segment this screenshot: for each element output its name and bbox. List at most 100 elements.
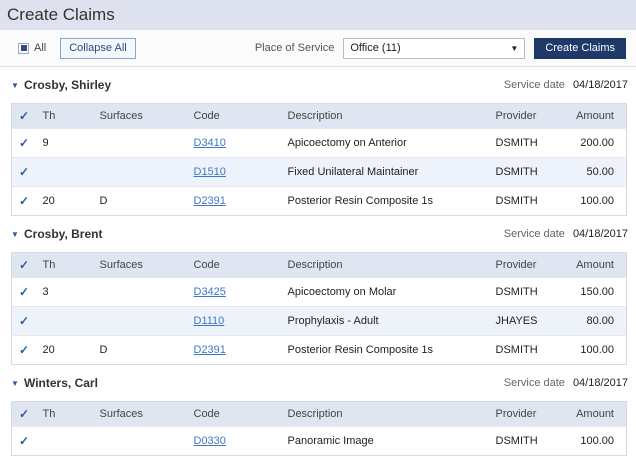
col-description: Description (287, 110, 343, 122)
procedure-code-link[interactable]: D0330 (194, 435, 226, 447)
col-provider: Provider (495, 110, 537, 122)
check-icon: ✓ (19, 407, 30, 421)
service-date-value: 04/18/2017 (572, 228, 628, 240)
chevron-down-icon[interactable]: ▼ (11, 81, 20, 90)
col-th: Th (42, 110, 56, 122)
service-date: Service date 04/18/2017 (504, 79, 628, 91)
create-claims-button[interactable]: Create Claims (534, 37, 626, 59)
check-icon: ✓ (19, 258, 30, 272)
header-checkbox[interactable]: ✓ (12, 402, 43, 427)
check-icon: ✓ (19, 434, 30, 448)
cell-provider: DSMITH (495, 435, 538, 447)
cell-th (43, 158, 100, 187)
patient-group: ▼ Winters, Carl Service date 04/18/2017 … (11, 365, 628, 456)
row-checkbox[interactable]: ✓ (12, 427, 43, 456)
col-description: Description (287, 408, 343, 420)
place-of-service-label: Place of Service (254, 42, 335, 54)
col-description: Description (287, 259, 343, 271)
procedure-code-link[interactable]: D3425 (194, 286, 226, 298)
procedure-code-link[interactable]: D3410 (194, 137, 226, 149)
cell-th (43, 307, 100, 336)
procedure-code-link[interactable]: D1110 (194, 315, 225, 327)
collapse-all-button[interactable]: Collapse All (60, 37, 136, 59)
col-surfaces: Surfaces (99, 259, 143, 271)
col-provider: Provider (495, 408, 537, 420)
cell-surfaces (100, 307, 194, 336)
check-icon: ✓ (19, 285, 30, 299)
row-checkbox[interactable]: ✓ (12, 307, 43, 336)
cell-code: D1110 (194, 307, 288, 336)
col-amount: Amount (576, 408, 614, 420)
place-of-service-value: Office (11) (350, 42, 401, 54)
header-checkbox[interactable]: ✓ (12, 104, 43, 129)
cell-surfaces (100, 427, 194, 456)
service-date: Service date 04/18/2017 (504, 228, 628, 240)
cell-provider: DSMITH (495, 137, 538, 149)
cell-description: Apicoectomy on Molar (287, 286, 397, 298)
cell-amount: 100.00 (580, 344, 614, 356)
col-surfaces: Surfaces (99, 408, 143, 420)
select-all-label: All (34, 42, 47, 54)
service-date-label: Service date (503, 79, 565, 91)
procedures-table: ✓ Th Surfaces Code Description Provider … (11, 103, 627, 216)
table-row[interactable]: ✓ D1110 Prophylaxis - Adult JHAYES 80.00 (11, 306, 627, 336)
cell-code: D1510 (194, 158, 288, 187)
cell-th: 20 (42, 344, 55, 356)
cell-amount: 50.00 (586, 166, 614, 178)
table-header-row: ✓ Th Surfaces Code Description Provider … (11, 103, 627, 129)
cell-provider: JHAYES (495, 315, 538, 327)
cell-description: Panoramic Image (287, 435, 374, 447)
row-checkbox[interactable]: ✓ (12, 278, 43, 307)
cell-amount: 100.00 (580, 195, 614, 207)
table-row[interactable]: ✓ 9 D3410 Apicoectomy on Anterior DSMITH 200.… (11, 128, 627, 158)
patient-header: ▼ Winters, Carl Service date 04/18/2017 (11, 365, 628, 401)
cell-th (43, 427, 100, 456)
cell-description: Apicoectomy on Anterior (287, 137, 407, 149)
patient-header: ▼ Crosby, Shirley Service date 04/18/201… (11, 67, 628, 103)
procedure-code-link[interactable]: D2391 (194, 344, 226, 356)
cell-provider: DSMITH (495, 344, 538, 356)
table-row[interactable]: ✓ 20 D D2391 Posterior Resin Composite 1s DSM… (11, 186, 627, 216)
cell-code: D3410 (194, 129, 288, 158)
procedures-table: ✓ Th Surfaces Code Description Provider … (11, 401, 627, 456)
col-code: Code (193, 408, 220, 420)
cell-description: Posterior Resin Composite 1s (287, 344, 434, 356)
service-date-label: Service date (503, 228, 565, 240)
col-th: Th (42, 408, 56, 420)
select-all-checkbox[interactable] (18, 42, 29, 54)
cell-surfaces (100, 129, 194, 158)
chevron-down-icon[interactable]: ▼ (11, 230, 20, 239)
table-row[interactable]: ✓ 3 D3425 Apicoectomy on Molar DSMITH 150.00 (11, 277, 627, 307)
table-header-row: ✓ Th Surfaces Code Description Provider … (11, 401, 627, 427)
check-icon: ✓ (19, 109, 30, 123)
row-checkbox[interactable]: ✓ (12, 187, 43, 216)
cell-surfaces (100, 158, 194, 187)
patient-name: Winters, Carl (24, 376, 98, 390)
table-header-row: ✓ Th Surfaces Code Description Provider … (11, 252, 627, 278)
patient-name: Crosby, Shirley (24, 78, 112, 92)
table-row[interactable]: ✓ 20 D D2391 Posterior Resin Composite 1s DSM… (11, 335, 627, 365)
table-row[interactable]: ✓ D0330 Panoramic Image DSMITH 100.00 (11, 426, 627, 456)
procedure-code-link[interactable]: D2391 (194, 195, 226, 207)
chevron-down-icon[interactable]: ▼ (11, 379, 20, 388)
patient-group: ▼ Crosby, Brent Service date 04/18/2017 … (11, 216, 628, 365)
toolbar: All Collapse All Place of Service Office… (0, 30, 636, 67)
procedure-code-link[interactable]: D1510 (194, 166, 226, 178)
table-row[interactable]: ✓ D1510 Fixed Unilateral Maintainer DSMITH 5… (11, 157, 627, 187)
col-provider: Provider (495, 259, 537, 271)
check-icon: ✓ (19, 136, 30, 150)
service-date-label: Service date (503, 377, 565, 389)
header-checkbox[interactable]: ✓ (12, 253, 43, 278)
service-date: Service date 04/18/2017 (504, 377, 628, 389)
cell-code: D3425 (194, 278, 288, 307)
service-date-value: 04/18/2017 (572, 377, 628, 389)
cell-provider: DSMITH (495, 195, 538, 207)
row-checkbox[interactable]: ✓ (12, 158, 43, 187)
cell-description: Prophylaxis - Adult (287, 315, 379, 327)
procedures-table: ✓ Th Surfaces Code Description Provider … (11, 252, 627, 365)
row-checkbox[interactable]: ✓ (12, 129, 43, 158)
checkbox-indeterminate-icon (20, 45, 27, 51)
col-code: Code (193, 259, 220, 271)
place-of-service-select[interactable]: Office (11) ▼ (343, 37, 526, 59)
row-checkbox[interactable]: ✓ (12, 336, 43, 365)
